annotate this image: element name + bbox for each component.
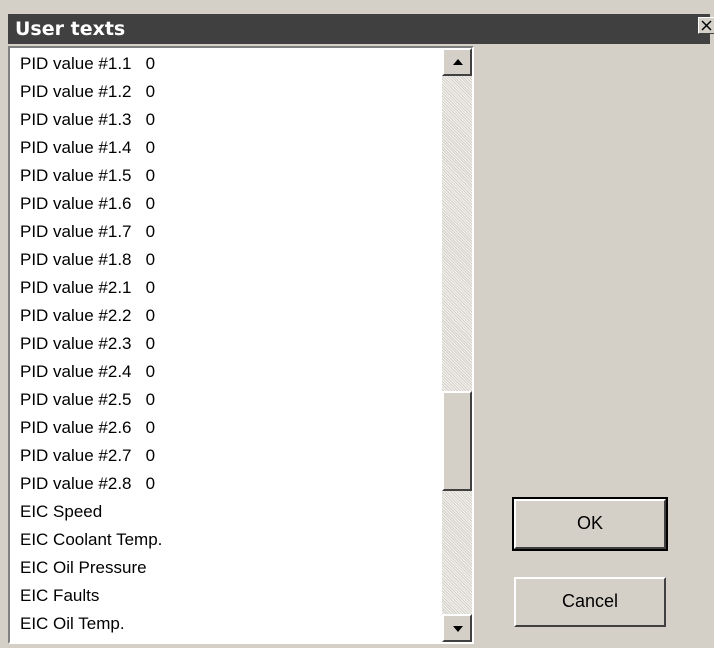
list-item[interactable]: EIC Oil Pressure (20, 554, 147, 582)
list-item[interactable]: PID value #2.1 0 (20, 274, 155, 302)
list-item[interactable]: PID value #2.8 0 (20, 470, 155, 498)
ok-button[interactable]: OK (512, 497, 668, 551)
arrow-down-icon (453, 626, 463, 632)
list-item[interactable]: PID value #1.2 0 (20, 78, 155, 106)
vertical-scrollbar[interactable] (442, 48, 472, 642)
dialog-title: User texts (15, 18, 126, 40)
list-item[interactable]: PID value #1.6 0 (20, 190, 155, 218)
scroll-up-button[interactable] (442, 48, 472, 76)
list-item[interactable]: EIC Coolant Temp. (20, 526, 162, 554)
arrow-up-icon (453, 59, 463, 65)
list-item[interactable]: PID value #2.4 0 (20, 358, 155, 386)
list-item[interactable]: EIC Oil Temp. (20, 610, 125, 638)
list-item[interactable]: EIC Faults (20, 582, 99, 610)
list-item[interactable]: PID value #2.7 0 (20, 442, 155, 470)
list-item[interactable]: PID value #1.8 0 (20, 246, 155, 274)
close-button[interactable] (698, 17, 714, 34)
title-bar: User texts (8, 14, 714, 44)
list-item[interactable]: PID value #1.5 0 (20, 162, 155, 190)
scroll-down-button[interactable] (442, 614, 472, 642)
list-item[interactable]: EIC Speed (20, 498, 102, 526)
list-item[interactable]: PID value #2.2 0 (20, 302, 155, 330)
list-item[interactable]: PID value #1.7 0 (20, 218, 155, 246)
list-item[interactable]: PID value #2.6 0 (20, 414, 155, 442)
list-item[interactable]: PID value #2.3 0 (20, 330, 155, 358)
user-texts-dialog: User texts PID value #1.1 0 PID value #1.… (0, 0, 714, 648)
list-item[interactable]: PID value #2.5 0 (20, 386, 155, 414)
list-items: PID value #1.1 0 PID value #1.2 0 PID valu… (10, 48, 444, 642)
close-icon (701, 20, 712, 31)
scrollbar-thumb[interactable] (442, 391, 472, 491)
list-item[interactable]: PID value #1.4 0 (20, 134, 155, 162)
user-texts-listbox[interactable]: PID value #1.1 0 PID value #1.2 0 PID valu… (8, 46, 474, 644)
list-item[interactable]: PID value #1.3 0 (20, 106, 155, 134)
list-item[interactable]: PID value #1.1 0 (20, 50, 155, 78)
cancel-button[interactable]: Cancel (514, 577, 666, 627)
